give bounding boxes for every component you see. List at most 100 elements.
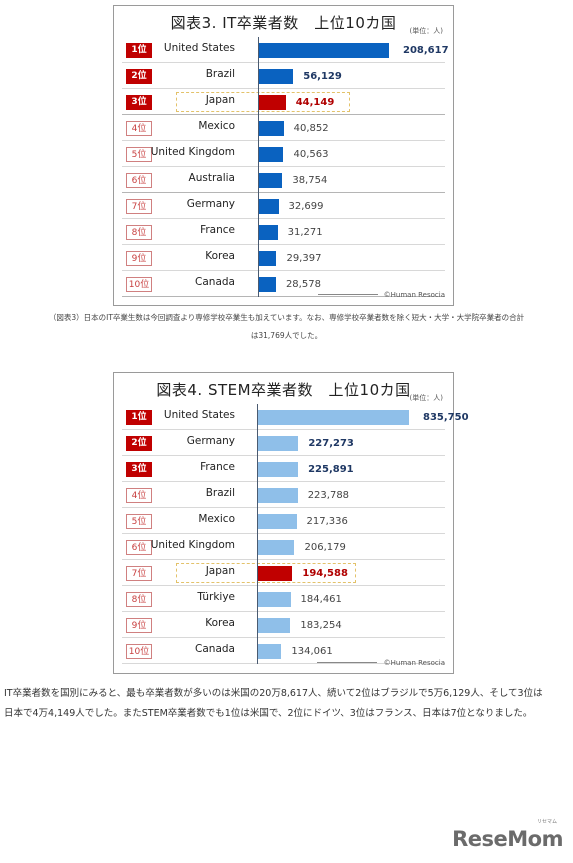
bar	[258, 225, 278, 240]
country-label: United Kingdom	[150, 146, 235, 158]
rank-badge: 2位	[126, 69, 152, 84]
chart-row: 4位 Mexico 40,852	[122, 115, 445, 141]
value-label: 225,891	[308, 464, 354, 475]
japan-highlight-frame	[176, 92, 350, 112]
chart-row: 8位 France 31,271	[122, 219, 445, 245]
country-label: Germany	[186, 435, 235, 447]
credit-divider	[317, 662, 377, 663]
rank-badge: 10位	[126, 644, 152, 659]
chart-title: 図表4. STEM卒業者数 上位10カ国	[156, 381, 411, 399]
value-label: 40,852	[293, 123, 329, 134]
chart-row: 1位 United States 835,750	[122, 404, 469, 430]
chart-row: 8位 Türkiye 184,461	[122, 586, 445, 612]
rank-badge: 1位	[126, 410, 152, 425]
rank-badge: 7位	[126, 199, 152, 214]
country-label: United States	[163, 42, 235, 54]
credit-label: ©Human Resocia	[383, 659, 445, 667]
country-label: Canada	[195, 643, 235, 655]
value-label: 56,129	[303, 71, 342, 82]
country-label: Mexico	[198, 120, 235, 132]
caption-line-1: （図表3）日本のIT卒業生数は今回調査より専修学校卒業生も加えています。なお、専…	[48, 313, 525, 322]
body-paragraph: IT卒業者数を国別にみると、最も卒業者数が多いのは米国の20万8,617人、続い…	[4, 684, 570, 724]
chart-row: 3位 Japan 44,149	[122, 89, 445, 115]
chart-row: 1位 United States 208,617	[122, 37, 449, 63]
bar	[257, 644, 282, 659]
bar	[258, 121, 284, 136]
bar	[258, 251, 277, 266]
value-label: 40,563	[293, 149, 329, 160]
country-label: Australia	[188, 172, 235, 184]
value-label: 208,617	[403, 45, 449, 56]
bar	[257, 592, 291, 607]
rank-badge: 8位	[126, 592, 152, 607]
chart-row: 6位 United Kingdom 206,179	[122, 534, 445, 560]
rank-badge: 8位	[126, 225, 152, 240]
chart-row: 2位 Brazil 56,129	[122, 63, 445, 89]
value-label: 217,336	[306, 516, 348, 527]
value-label: 32,699	[288, 201, 324, 212]
resemom-logo[interactable]: ReseMom	[452, 827, 563, 851]
rank-badge: 4位	[126, 121, 152, 136]
bar	[257, 436, 299, 451]
credit-label: ©Human Resocia	[383, 291, 445, 299]
country-label: United States	[163, 409, 235, 421]
unit-label: (単位：人)	[409, 27, 443, 35]
chart-rows: 1位 United States 835,750 2位 Germany 227,273 3位…	[122, 404, 469, 664]
value-label: 29,397	[286, 253, 322, 264]
bar	[257, 488, 298, 503]
it-graduates-chart: 図表3. IT卒業者数 上位10カ国 (単位：人) 1位 United State…	[113, 5, 454, 306]
rank-badge: 5位	[126, 147, 152, 162]
chart-row: 7位 Germany 32,699	[122, 193, 445, 219]
chart-row: 3位 France 225,891	[122, 456, 445, 482]
rank-badge: 10位	[126, 277, 152, 292]
rank-badge: 4位	[126, 488, 152, 503]
value-label: 184,461	[300, 594, 342, 605]
country-label: Korea	[205, 250, 235, 262]
rank-badge: 3位	[126, 95, 152, 110]
chart-row: 5位 United Kingdom 40,563	[122, 141, 445, 167]
chart-row: 9位 Korea 29,397	[122, 245, 445, 271]
value-label: 31,271	[287, 227, 323, 238]
rank-badge: 1位	[126, 43, 152, 58]
value-label: 835,750	[423, 412, 469, 423]
bar	[257, 462, 299, 477]
bar	[258, 69, 294, 84]
rank-badge: 9位	[126, 251, 152, 266]
country-label: Canada	[195, 276, 235, 288]
value-label: 28,578	[285, 279, 321, 290]
bar	[258, 43, 389, 58]
country-label: Mexico	[198, 513, 235, 525]
value-label: 183,254	[300, 620, 342, 631]
chart-row: 5位 Mexico 217,336	[122, 508, 445, 534]
chart-row: 7位 Japan 194,588	[122, 560, 445, 586]
value-label: 206,179	[304, 542, 346, 553]
figure-caption: （図表3）日本のIT卒業生数は今回調査より専修学校卒業生も加えています。なお、専…	[0, 309, 573, 345]
value-label: 227,273	[308, 438, 354, 449]
bar	[258, 199, 279, 214]
bar	[257, 514, 297, 529]
rank-badge: 9位	[126, 618, 152, 633]
country-label: United Kingdom	[150, 539, 235, 551]
paragraph-line-1: IT卒業者数を国別にみると、最も卒業者数が多いのは米国の20万8,617人、続い…	[4, 688, 543, 699]
chart-axis-line	[258, 37, 259, 297]
bar	[257, 410, 409, 425]
rank-badge: 6位	[126, 173, 152, 188]
chart-row: 6位 Australia 38,754	[122, 167, 445, 193]
country-label: France	[200, 224, 235, 236]
chart-row: 4位 Brazil 223,788	[122, 482, 445, 508]
paragraph-line-2: 日本で4万4,149人でした。またSTEM卒業者数でも1位は米国で、2位にドイツ…	[4, 708, 533, 719]
rank-badge: 2位	[126, 436, 152, 451]
rank-badge: 7位	[126, 566, 152, 581]
country-label: Korea	[205, 617, 235, 629]
chart-row: 2位 Germany 227,273	[122, 430, 445, 456]
stem-graduates-chart: 図表4. STEM卒業者数 上位10カ国 (単位：人) 1位 United Sta…	[113, 372, 469, 674]
japan-highlight-frame	[176, 563, 357, 583]
chart-axis-line	[257, 404, 258, 664]
country-label: Brazil	[205, 487, 235, 499]
unit-label: (単位：人)	[409, 394, 443, 402]
value-label: 134,061	[291, 646, 333, 657]
country-label: Germany	[186, 198, 235, 210]
country-label: Brazil	[205, 68, 235, 80]
country-label: Türkiye	[197, 591, 235, 603]
bar	[257, 618, 291, 633]
